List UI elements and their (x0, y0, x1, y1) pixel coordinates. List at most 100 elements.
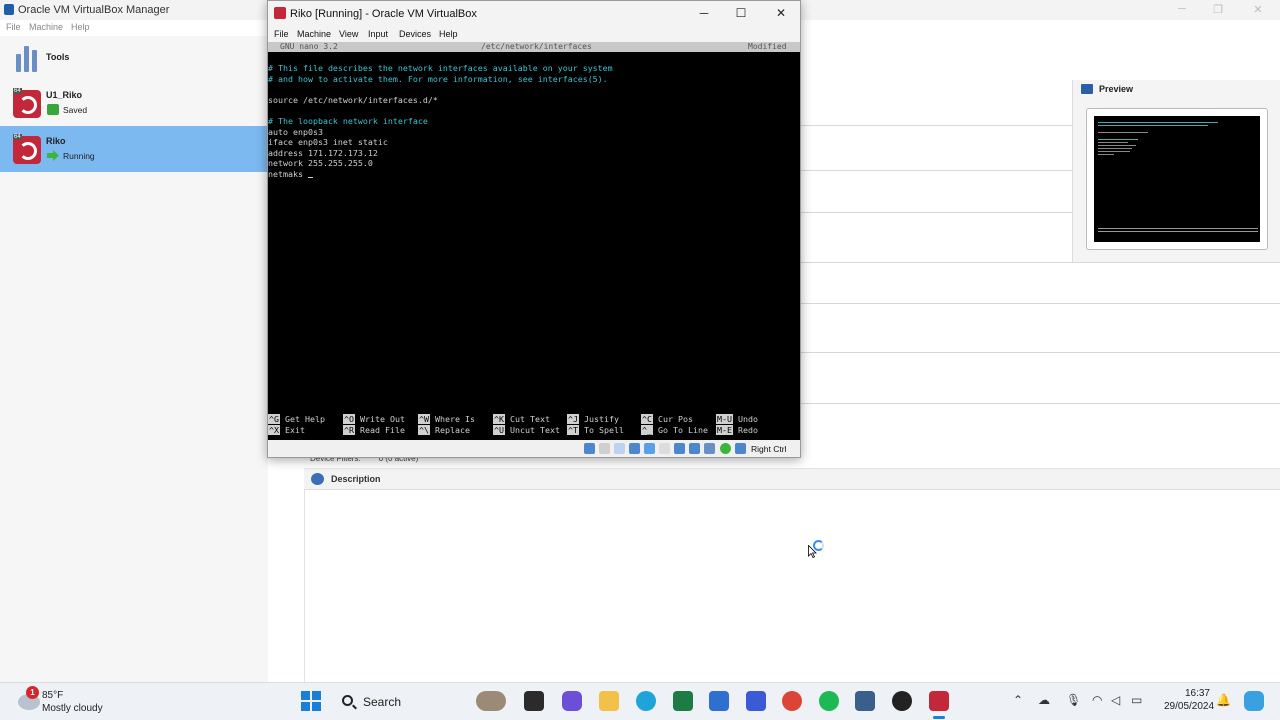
edge-browser-icon[interactable] (636, 691, 656, 711)
vm-list-item-riko[interactable]: 64 Riko Running (0, 126, 268, 172)
taskbar-search[interactable]: Search (334, 688, 470, 716)
manager-menu-file[interactable]: File (6, 22, 21, 32)
nano-terminal[interactable]: GNU nano 3.2 /etc/network/interfaces Mod… (268, 42, 800, 440)
nano-line[interactable]: source /etc/network/interfaces.d/* (268, 95, 438, 105)
hdd-icon[interactable] (584, 443, 595, 454)
minimize-icon[interactable]: ─ (694, 6, 714, 20)
shortcut-label: Write Out (360, 414, 405, 424)
vm-menu-input[interactable]: Input (368, 29, 388, 39)
maximize-icon[interactable]: ☐ (731, 6, 751, 20)
microphone-icon[interactable]: 🎙 (1066, 693, 1081, 707)
app-red-dot-icon[interactable] (892, 691, 912, 711)
widgets-animal-icon[interactable] (476, 691, 506, 711)
vm-menu-devices[interactable]: Devices (399, 29, 431, 39)
wifi-icon[interactable]: ◠ (1092, 693, 1102, 707)
preview-frame (1086, 108, 1268, 250)
shortcut-label: Justify (584, 414, 619, 424)
optical-drive-icon[interactable] (599, 443, 610, 454)
busy-cursor-icon (808, 540, 828, 560)
pen-app-icon[interactable] (746, 691, 766, 711)
mouse-integration-icon[interactable] (720, 443, 731, 454)
manager-menu-machine[interactable]: Machine (29, 22, 63, 32)
nano-line[interactable]: auto enp0s3 (268, 127, 323, 137)
vm-titlebar[interactable]: Riko [Running] - Oracle VM VirtualBox ─ … (268, 1, 800, 26)
shortcut-key: ^U (493, 424, 505, 435)
minimize-icon[interactable]: ─ (1174, 3, 1190, 15)
display-icon[interactable] (674, 443, 685, 454)
keyboard-icon[interactable] (735, 443, 746, 454)
close-icon[interactable]: ✕ (771, 6, 791, 20)
shortcut-label: Read File (360, 424, 405, 435)
cloud-sync-icon[interactable]: ☁ (1038, 693, 1050, 707)
debian-vm-taskbar-icon[interactable] (929, 691, 949, 711)
manager-menu-help[interactable]: Help (71, 22, 90, 32)
vm-menu-machine[interactable]: Machine (297, 29, 331, 39)
notification-bell-icon[interactable]: 🔔 (1216, 693, 1231, 707)
maximize-icon[interactable]: ❐ (1210, 3, 1226, 16)
search-label: Search (363, 695, 402, 709)
shortcut-key: M-U (716, 414, 733, 424)
nano-line[interactable]: network 255.255.255.0 (268, 158, 373, 168)
audio-icon[interactable] (614, 443, 625, 454)
description-area (304, 490, 1280, 682)
vm-menu-view[interactable]: View (339, 29, 358, 39)
virtualbox-app-icon (4, 4, 14, 15)
vm-menu-file[interactable]: File (274, 29, 289, 39)
nano-line[interactable]: iface enp0s3 inet static (268, 137, 388, 147)
virtualbox-taskbar-icon[interactable] (855, 691, 875, 711)
task-view-icon[interactable] (524, 691, 544, 711)
shortcut-key: ^J (567, 414, 579, 424)
vm-window-icon (274, 7, 286, 19)
manager-title: Oracle VM VirtualBox Manager (18, 4, 170, 16)
vm-menu-help[interactable]: Help (439, 29, 458, 39)
shortcut-label: To Spell (584, 424, 624, 435)
description-icon (311, 473, 324, 485)
shortcut-label: Where Is (435, 414, 475, 424)
usb-icon[interactable] (644, 443, 655, 454)
chat-icon[interactable] (562, 691, 582, 711)
cpu-icon[interactable] (704, 443, 715, 454)
shortcut-label: Undo (738, 414, 758, 424)
chevron-up-icon[interactable]: ⌃ (1013, 693, 1023, 707)
debian-os-icon (13, 90, 41, 118)
weather-alert-badge: 1 (26, 686, 39, 699)
arch-badge: 64 (13, 88, 22, 94)
nano-shortcut: M-U Undo M-E Redo (716, 414, 758, 435)
close-icon[interactable]: ✕ (1250, 3, 1266, 16)
nano-line[interactable]: address 171.172.173.12 (268, 148, 378, 158)
shortcut-key: ^R (343, 424, 355, 435)
weather-widget[interactable]: 1 85°F Mostly cloudy (14, 686, 134, 718)
shortcut-key: ^W (418, 414, 430, 424)
recording-icon[interactable] (689, 443, 700, 454)
tools-item[interactable]: Tools (0, 40, 268, 76)
tools-icon (14, 42, 40, 72)
store-icon[interactable] (709, 691, 729, 711)
weather-temperature: 85°F (42, 690, 64, 701)
chrome-icon[interactable] (782, 691, 802, 711)
shared-folders-icon[interactable] (659, 443, 670, 454)
file-explorer-icon[interactable] (599, 691, 619, 711)
taskbar-clock[interactable]: 16:37 29/05/2024 (1164, 687, 1214, 713)
speaker-icon[interactable]: ◁ (1111, 693, 1120, 707)
network-icon[interactable] (629, 443, 640, 454)
copilot-icon[interactable] (1244, 691, 1264, 711)
nano-line[interactable]: # and how to activate them. For more inf… (268, 74, 608, 84)
shortcut-label: Uncut Text (510, 424, 560, 435)
description-section-header[interactable]: Description (304, 468, 1280, 490)
battery-icon[interactable]: ▭ (1131, 693, 1142, 707)
shortcut-key: ^G (268, 414, 280, 424)
vm-list-item-u1-riko[interactable]: 64 U1_Riko Saved (0, 80, 268, 126)
host-key-label: Right Ctrl (751, 444, 787, 454)
windows-start-icon[interactable] (301, 691, 321, 711)
nano-line[interactable]: netmaks (268, 169, 313, 179)
spotify-icon[interactable] (819, 691, 839, 711)
manager-menubar: File Machine Help (0, 20, 260, 34)
shortcut-key: ^T (567, 424, 579, 435)
vm-window-title: Riko [Running] - Oracle VM VirtualBox (290, 8, 477, 20)
excel-icon[interactable] (673, 691, 693, 711)
nano-line[interactable]: # The loopback network interface (268, 116, 428, 126)
vm-state: Saved (63, 105, 88, 115)
nano-line[interactable]: # This file describes the network interf… (268, 63, 613, 73)
vm-window: Riko [Running] - Oracle VM VirtualBox ─ … (267, 0, 801, 458)
vm-state: Running (63, 151, 95, 161)
